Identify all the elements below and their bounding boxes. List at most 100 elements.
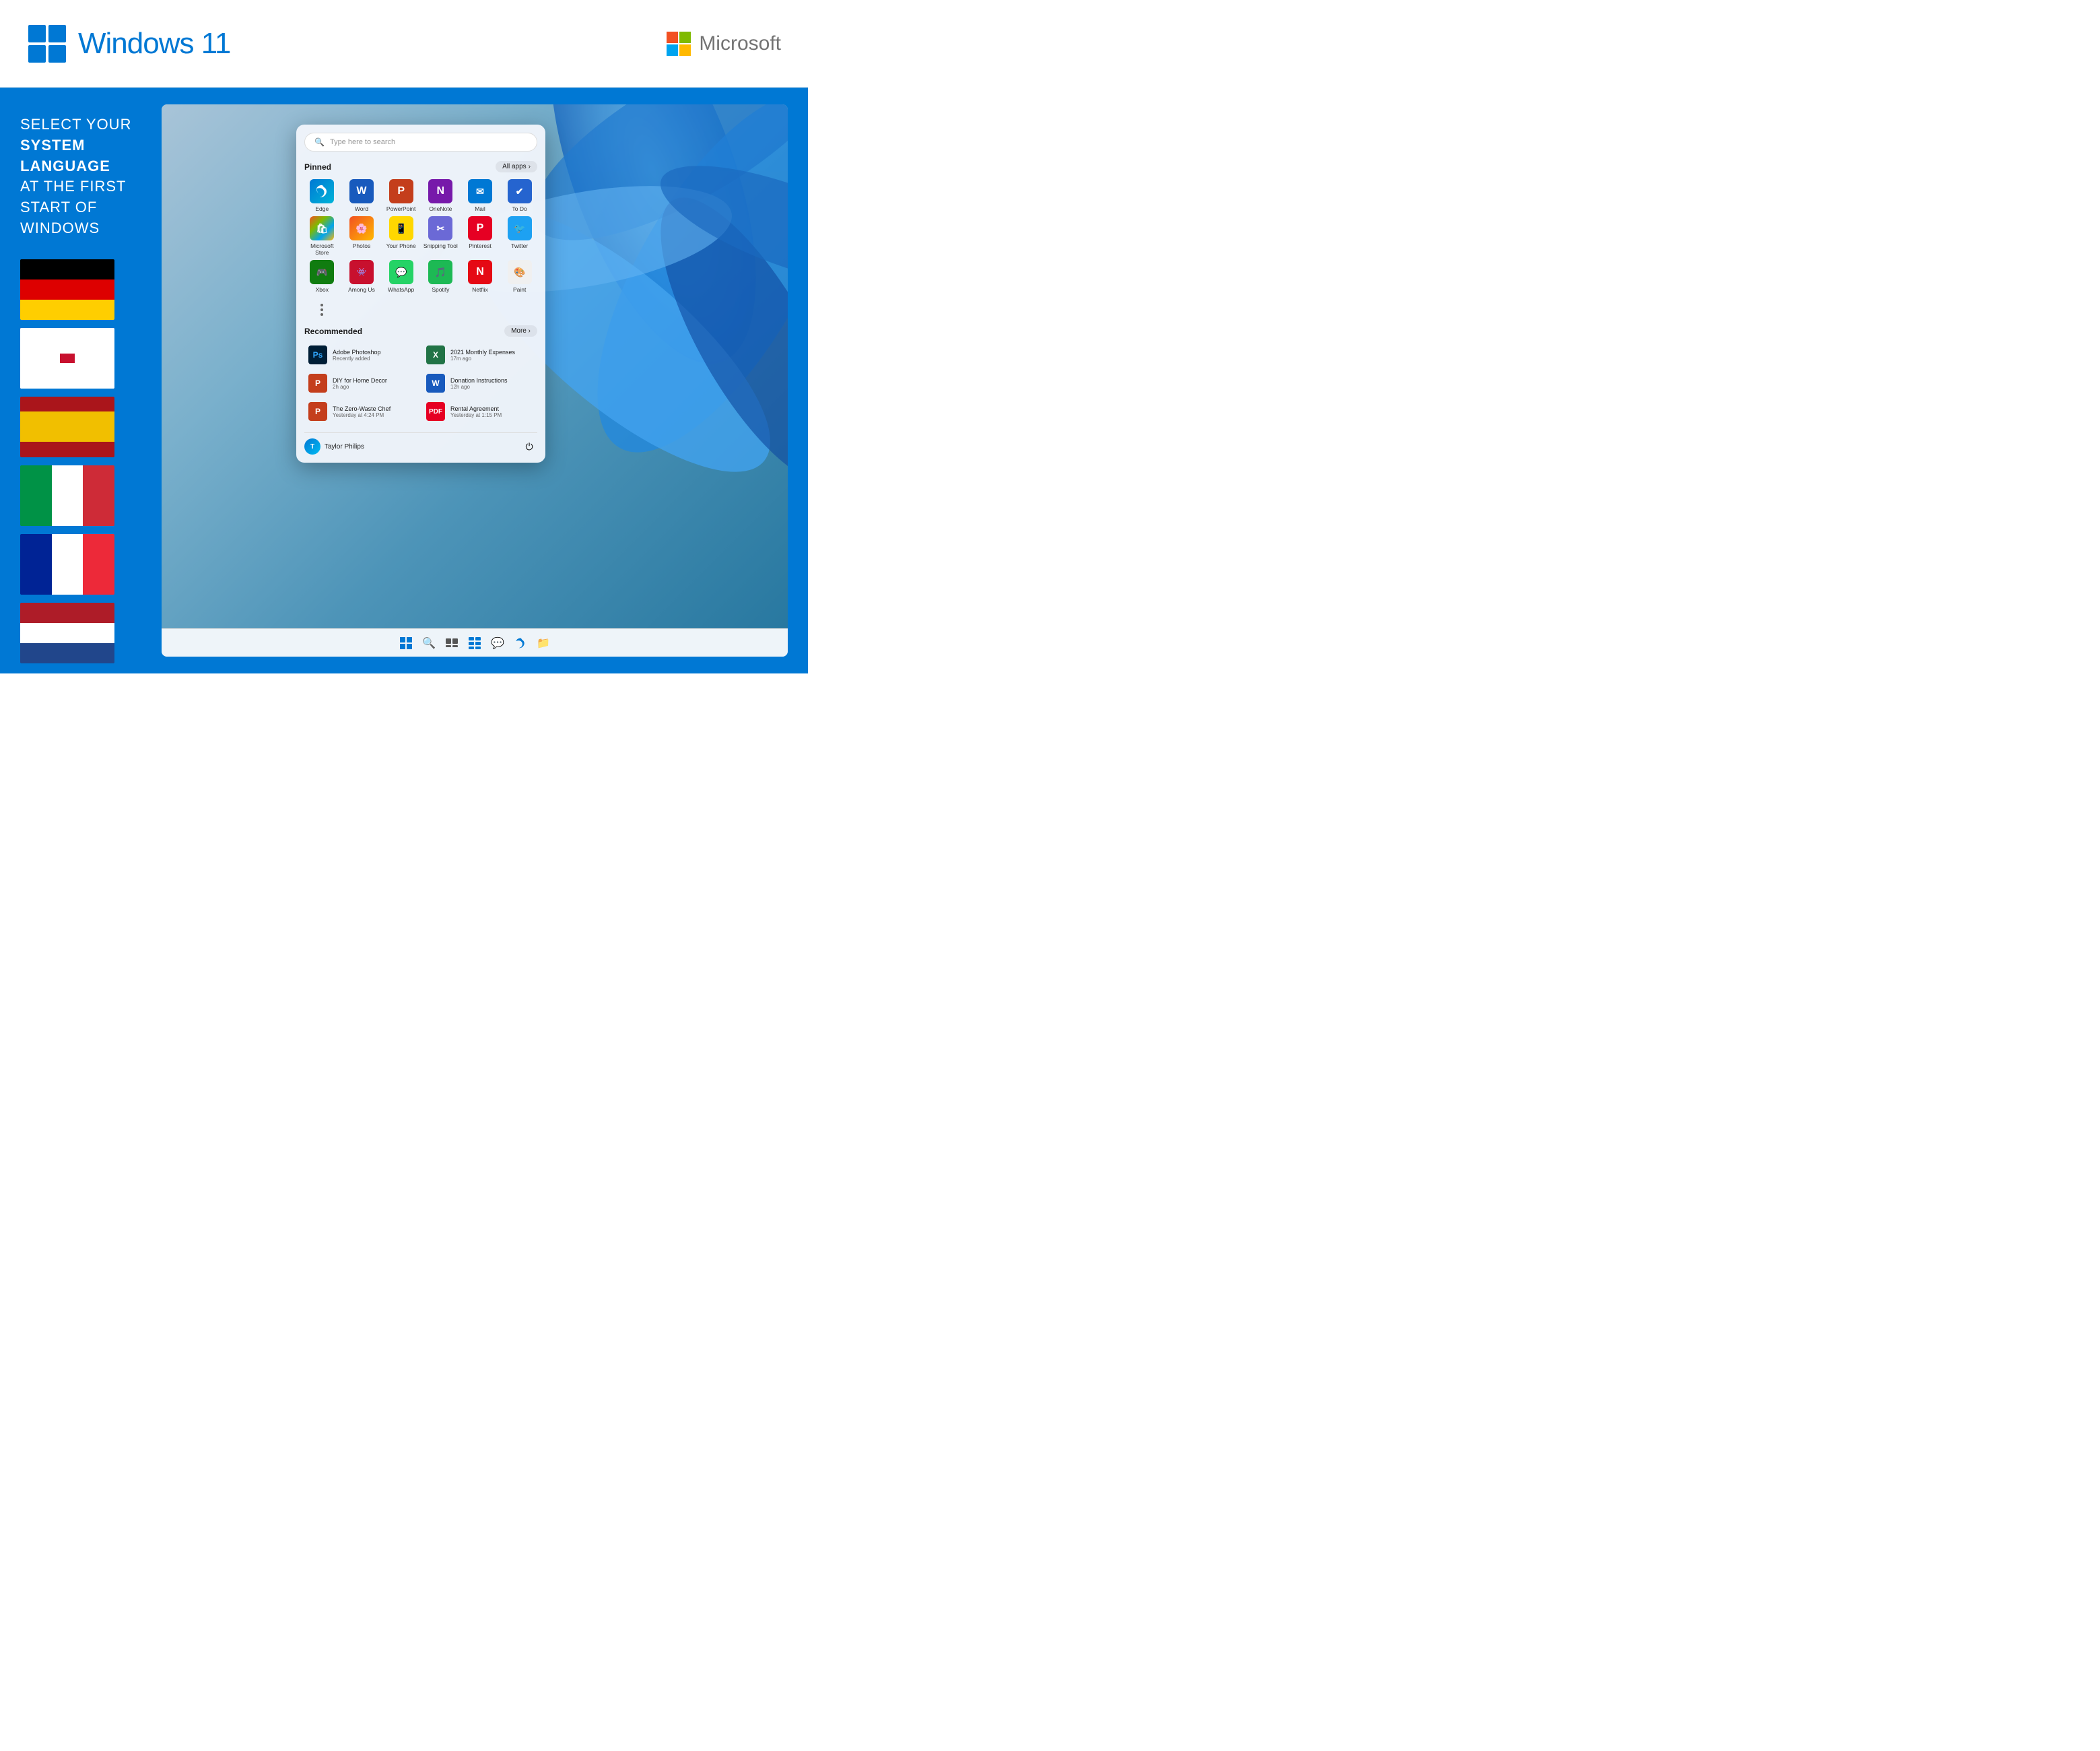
edge-label: Edge [315,205,329,212]
pinned-header: Pinned All apps › [304,161,537,172]
photos-icon: 🌸 [349,216,374,240]
diy-icon: P [308,374,327,393]
all-apps-button[interactable]: All apps › [496,161,537,172]
app-onenote[interactable]: N OneNote [423,179,459,212]
app-among[interactable]: 👾 Among Us [344,260,380,293]
app-paint[interactable]: 🎨 Paint [502,260,537,293]
header: Windows 11 Microsoft [0,0,808,88]
all-apps-label: All apps [502,163,527,170]
search-placeholder: Type here to search [330,138,395,146]
rec-rental[interactable]: PDF Rental Agreement Yesterday at 1:15 P… [422,399,537,424]
word-icon: W [349,179,374,203]
app-pinterest[interactable]: P Pinterest [463,216,498,256]
headline: SELECT YOUR SYSTEM LANGUAGE AT THE FIRST… [20,114,141,239]
user-avatar: T [304,438,320,455]
twitter-label: Twitter [511,242,528,249]
rec-photoshop[interactable]: Ps Adobe Photoshop Recently added [304,342,419,368]
rental-icon: PDF [426,402,445,421]
more-dots [304,297,340,316]
taskbar-search-button[interactable]: 🔍 [419,634,438,653]
app-photos[interactable]: 🌸 Photos [344,216,380,256]
expenses-icon: X [426,345,445,364]
more-button[interactable]: More › [504,325,537,337]
snipping-icon: ✂ [428,216,452,240]
rec-zerowaste[interactable]: P The Zero-Waste Chef Yesterday at 4:24 … [304,399,419,424]
edge-icon [310,179,334,203]
xbox-icon: 🎮 [310,260,334,284]
twitter-icon: 🐦 [508,216,532,240]
flag-uk[interactable] [20,328,114,389]
blue-section: SELECT YOUR SYSTEM LANGUAGE AT THE FIRST… [0,88,808,673]
spotify-icon: 🎵 [428,260,452,284]
apps-grid: Edge W Word P PowerPoint [304,179,537,316]
user-info[interactable]: T Taylor Philips [304,438,364,455]
paint-label: Paint [513,286,526,293]
user-name: Taylor Philips [325,443,364,451]
app-netflix[interactable]: N Netflix [463,260,498,293]
paint-icon: 🎨 [508,260,532,284]
flag-italy[interactable] [20,465,114,526]
taskbar-start-button[interactable] [397,634,415,653]
rec-zerowaste-info: The Zero-Waste Chef Yesterday at 4:24 PM [333,405,391,418]
app-whatsapp[interactable]: 💬 WhatsApp [383,260,419,293]
photos-label: Photos [353,242,370,249]
rec-donation[interactable]: W Donation Instructions 12h ago [422,370,537,396]
flag-netherlands[interactable] [20,603,114,663]
app-twitter[interactable]: 🐦 Twitter [502,216,537,256]
search-icon: 🔍 [314,137,325,147]
power-button[interactable]: ⏻ [521,438,537,455]
start-menu-footer: T Taylor Philips ⏻ [304,432,537,455]
flag-german[interactable] [20,259,114,320]
spotify-label: Spotify [432,286,449,293]
windows-screenshot: 🔍 Type here to search Pinned All apps › [162,104,788,657]
app-edge[interactable]: Edge [304,179,340,212]
more-label: More [511,327,527,335]
rec-diy-info: DIY for Home Decor 2h ago [333,377,387,390]
yourphone-label: Your Phone [386,242,416,249]
app-yourphone[interactable]: 📱 Your Phone [383,216,419,256]
app-spotify[interactable]: 🎵 Spotify [423,260,459,293]
flag-france[interactable] [20,534,114,595]
chevron-right-icon-2: › [529,327,531,335]
pinned-title: Pinned [304,162,331,172]
yourphone-icon: 📱 [389,216,413,240]
app-word[interactable]: W Word [344,179,380,212]
recommended-header: Recommended More › [304,325,537,337]
powerpoint-label: PowerPoint [386,205,415,212]
among-icon: 👾 [349,260,374,284]
search-bar[interactable]: 🔍 Type here to search [304,133,537,152]
flags-container [20,259,141,663]
app-xbox[interactable]: 🎮 Xbox [304,260,340,293]
taskbar-edge-button[interactable] [511,634,530,653]
recommended-title: Recommended [304,327,362,336]
taskbar-widgets-button[interactable] [465,634,484,653]
mail-icon: ✉ [468,179,492,203]
rec-donation-info: Donation Instructions 12h ago [450,377,508,390]
taskbar-taskview-button[interactable] [442,634,461,653]
flag-spain[interactable] [20,397,114,457]
rec-diy[interactable]: P DIY for Home Decor 2h ago [304,370,419,396]
zerowaste-icon: P [308,402,327,421]
app-mail[interactable]: ✉ Mail [463,179,498,212]
rec-expenses[interactable]: X 2021 Monthly Expenses 17m ago [422,342,537,368]
rec-photoshop-info: Adobe Photoshop Recently added [333,349,381,362]
onenote-icon: N [428,179,452,203]
taskbar: 🔍 [162,628,788,657]
microsoft-title: Microsoft [699,32,781,55]
netflix-icon: N [468,260,492,284]
app-snipping[interactable]: ✂ Snipping Tool [423,216,459,256]
taskbar-chat-button[interactable]: 💬 [488,634,507,653]
taskbar-fileexplorer-button[interactable]: 📁 [534,634,553,653]
right-panel: 🔍 Type here to search Pinned All apps › [162,88,808,673]
chevron-right-icon: › [529,163,531,170]
xbox-label: Xbox [316,286,329,293]
app-powerpoint[interactable]: P PowerPoint [383,179,419,212]
app-todo[interactable]: ✔ To Do [502,179,537,212]
todo-icon: ✔ [508,179,532,203]
headline-bold: SYSTEM LANGUAGE [20,137,110,174]
app-msstore[interactable]: 🛍 Microsoft Store [304,216,340,256]
recommended-grid: Ps Adobe Photoshop Recently added X [304,342,537,424]
headline-normal: SELECT YOUR [20,116,131,133]
headline-line2: AT THE FIRST START OF WINDOWS [20,178,126,236]
rec-expenses-info: 2021 Monthly Expenses 17m ago [450,349,515,362]
